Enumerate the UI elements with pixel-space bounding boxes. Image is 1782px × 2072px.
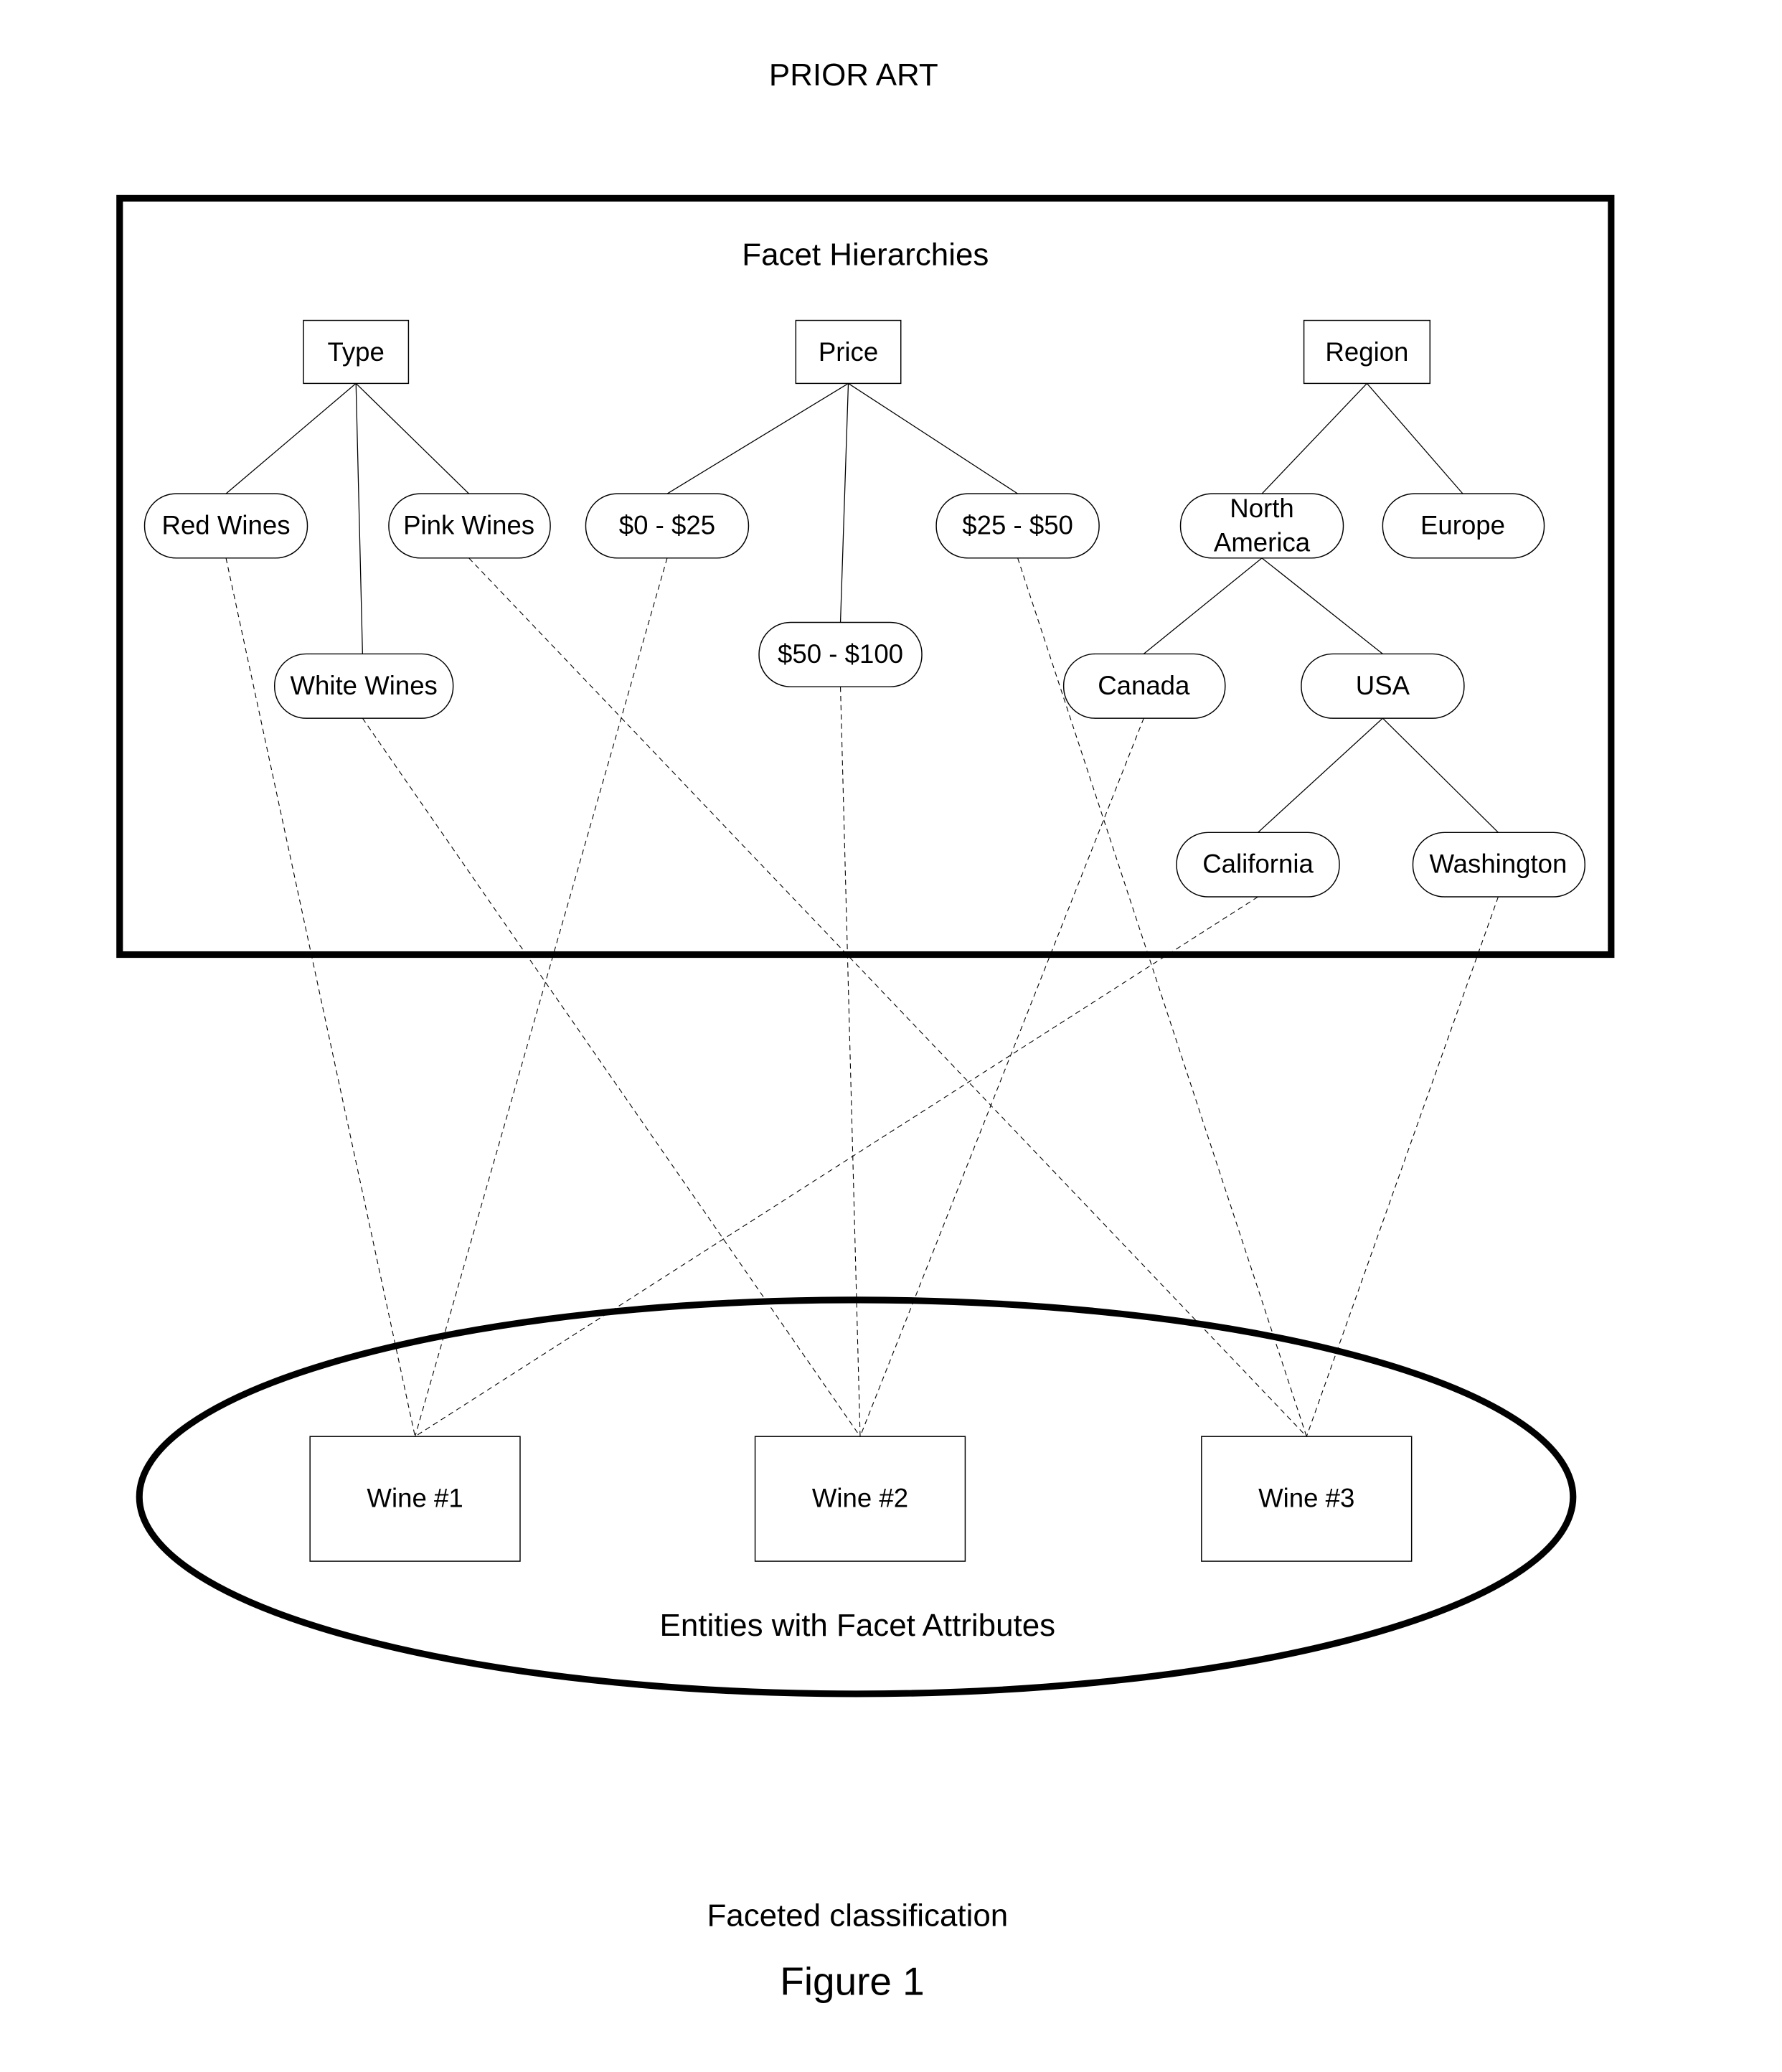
link-wine1-california <box>415 896 1258 1437</box>
entities-title: Entities with Facet Attributes <box>660 1608 1056 1643</box>
figure-number: Figure 1 <box>780 1959 924 2004</box>
hierarchy-lines <box>225 382 1499 833</box>
facet-type: Type <box>303 319 410 385</box>
svg-text:Price: Price <box>819 337 878 367</box>
tree-line <box>839 383 849 623</box>
svg-text:$50 - $100: $50 - $100 <box>778 639 903 669</box>
entity-wine-1: Wine #1 <box>309 1436 521 1562</box>
value-canada: Canada <box>1062 653 1226 719</box>
svg-text:America: America <box>1214 527 1311 557</box>
tree-line <box>1261 382 1367 494</box>
value-california: California <box>1176 832 1340 898</box>
figure-subtitle: Faceted classification <box>707 1898 1008 1934</box>
svg-text:USA: USA <box>1356 671 1410 700</box>
tree-line <box>1261 557 1383 654</box>
tree-line <box>1143 557 1263 654</box>
link-wine2-canada <box>859 717 1144 1437</box>
svg-text:Red Wines: Red Wines <box>162 511 291 540</box>
entity-wine-2: Wine #2 <box>754 1436 966 1562</box>
tree-line <box>1258 717 1383 833</box>
svg-text:Washington: Washington <box>1430 849 1568 879</box>
svg-text:Europe: Europe <box>1420 511 1505 540</box>
value-price-0-25: $0 - $25 <box>585 493 750 559</box>
tree-line <box>355 383 363 654</box>
facet-hierarchies-title: Facet Hierarchies <box>742 237 989 273</box>
svg-text:Region: Region <box>1325 337 1408 367</box>
tree-line <box>225 382 357 494</box>
value-price-50-100: $50 - $100 <box>758 621 923 687</box>
link-wine3-washington <box>1306 896 1499 1437</box>
svg-text:California: California <box>1202 849 1314 879</box>
svg-text:Wine #1: Wine #1 <box>367 1484 463 1513</box>
facet-region: Region <box>1303 319 1431 385</box>
tree-line <box>848 382 1018 494</box>
svg-text:Canada: Canada <box>1098 671 1190 700</box>
value-white-wines: White Wines <box>274 653 454 719</box>
facet-price: Price <box>795 319 902 385</box>
faceted-classification-diagram: PRIOR ART Facet Hierarchies Type Price R… <box>116 57 1615 2004</box>
value-north-america: North America <box>1179 493 1344 559</box>
svg-text:Pink Wines: Pink Wines <box>403 511 534 540</box>
svg-text:$25 - $50: $25 - $50 <box>962 511 1073 540</box>
entity-wine-3: Wine #3 <box>1201 1436 1413 1562</box>
tree-line <box>1382 717 1499 833</box>
prior-art-label: PRIOR ART <box>769 57 938 93</box>
svg-text:North: North <box>1230 494 1293 523</box>
link-wine2-50-100 <box>839 687 861 1437</box>
value-pink-wines: Pink Wines <box>388 493 551 559</box>
tree-line <box>355 382 470 494</box>
svg-text:$0 - $25: $0 - $25 <box>619 511 715 540</box>
svg-text:White Wines: White Wines <box>290 671 437 700</box>
value-europe: Europe <box>1382 493 1545 559</box>
value-usa: USA <box>1301 653 1465 719</box>
svg-text:Type: Type <box>328 337 385 367</box>
facet-hierarchies-box <box>116 194 1615 959</box>
value-red-wines: Red Wines <box>143 493 308 559</box>
svg-text:Wine #3: Wine #3 <box>1258 1484 1354 1513</box>
value-price-25-50: $25 - $50 <box>935 493 1100 559</box>
tree-line <box>666 382 849 494</box>
tree-line <box>1366 382 1463 494</box>
link-wine2-white <box>362 717 861 1437</box>
svg-text:Wine #2: Wine #2 <box>812 1484 908 1513</box>
value-washington: Washington <box>1412 832 1585 898</box>
